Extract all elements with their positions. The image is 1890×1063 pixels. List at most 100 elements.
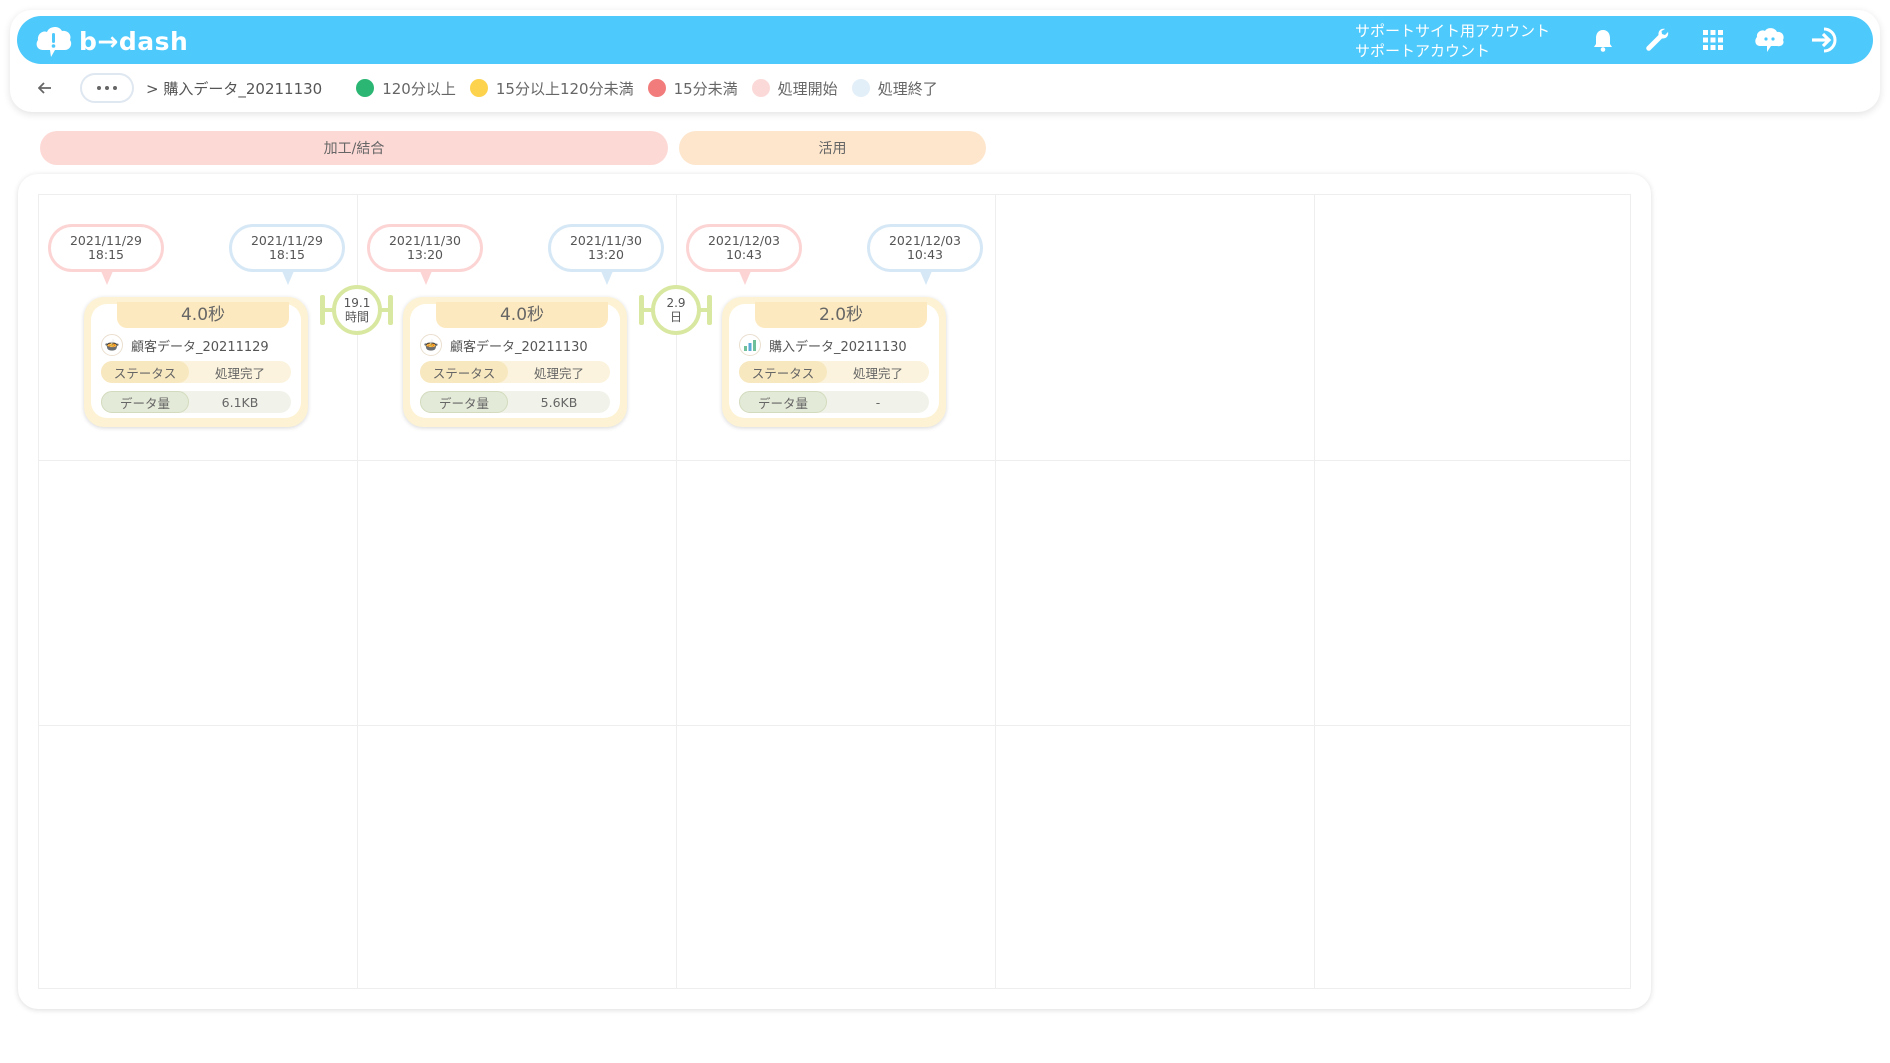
data-node-card[interactable]: 4.0秒 🍲 顧客データ_20211129 ステータス 処理完了 データ量 6.… xyxy=(84,297,308,427)
duration-label: 2.0秒 xyxy=(755,302,927,328)
more-dot-icon xyxy=(97,86,101,90)
status-row: ステータス 処理完了 xyxy=(739,361,929,383)
cloud-logo-icon xyxy=(36,26,72,57)
status-value: 処理完了 xyxy=(214,365,265,381)
status-value: 処理完了 xyxy=(533,365,584,381)
grid-line xyxy=(1314,195,1315,988)
apps-grid-icon[interactable] xyxy=(1697,24,1729,56)
node-title-row: 🍲 顧客データ_20211130 xyxy=(420,334,588,356)
legend-dot-icon xyxy=(851,79,870,97)
node-body: 4.0秒 🍲 顧客データ_20211130 ステータス 処理完了 データ量 5.… xyxy=(410,302,620,418)
interval-unit: 時間 xyxy=(344,310,369,324)
end-time-bubble: 2021/11/29 18:15 xyxy=(229,224,345,272)
end-date: 2021/11/29 xyxy=(250,233,324,248)
legend-item: 処理終了 xyxy=(851,78,938,99)
brand-logo[interactable]: b→dash xyxy=(35,24,188,58)
status-row: ステータス 処理完了 xyxy=(101,361,291,383)
breadcrumb: > 購入データ_20211130 xyxy=(146,78,322,99)
data-size-key: データ量 xyxy=(739,391,827,413)
end-date: 2021/12/03 xyxy=(888,233,962,248)
start-date: 2021/12/03 xyxy=(707,233,781,248)
logout-icon[interactable] xyxy=(1809,24,1841,56)
back-arrow-icon[interactable] xyxy=(30,73,60,103)
legend-dot-icon xyxy=(356,79,375,97)
bubble-tail xyxy=(739,271,751,285)
account-name: サポートサイト用アカウント xyxy=(1355,22,1551,40)
connector-cap xyxy=(388,295,393,325)
more-dot-icon xyxy=(113,86,117,90)
node-name: 顧客データ_20211130 xyxy=(450,339,588,355)
duration-label: 4.0秒 xyxy=(436,302,608,328)
start-time-bubble: 2021/12/03 10:43 xyxy=(686,224,802,272)
legend-dot-icon xyxy=(647,79,666,97)
node-title-row: 🍲 顧客データ_20211129 xyxy=(101,334,269,356)
node-body: 4.0秒 🍲 顧客データ_20211129 ステータス 処理完了 データ量 6.… xyxy=(91,302,301,418)
end-date: 2021/11/30 xyxy=(569,233,643,248)
bubble-tail xyxy=(101,271,113,285)
legend-label: 処理開始 xyxy=(777,79,838,98)
status-legend: 120分以上 15分以上120分未満 15分未満 処理開始 処理終了 xyxy=(356,78,938,99)
status-key: ステータス xyxy=(101,361,189,383)
brand-name: b→dash xyxy=(79,26,189,56)
bubble-tail xyxy=(282,271,294,285)
node-name: 顧客データ_20211129 xyxy=(131,339,269,355)
legend-label: 120分以上 xyxy=(382,79,456,98)
bell-icon[interactable] xyxy=(1587,24,1619,56)
wrench-icon[interactable] xyxy=(1641,24,1673,56)
start-time: 18:15 xyxy=(87,247,125,262)
start-time: 10:43 xyxy=(725,247,763,262)
node-title-row: 購入データ_20211130 xyxy=(739,334,907,356)
legend-item: 15分未満 xyxy=(647,78,738,99)
legend-label: 15分以上120分未満 xyxy=(495,79,634,98)
status-key: ステータス xyxy=(420,361,508,383)
status-row: ステータス 処理完了 xyxy=(420,361,610,383)
end-time: 10:43 xyxy=(906,247,944,262)
grid-line xyxy=(995,195,996,988)
grid-line xyxy=(39,460,1630,461)
data-size-value: 6.1KB xyxy=(221,394,259,410)
end-time: 18:15 xyxy=(268,247,306,262)
data-node-card[interactable]: 2.0秒 購入データ_20211130 ステータス 処理完了 データ量 - xyxy=(722,297,946,427)
legend-dot-icon xyxy=(469,79,488,97)
interval-connector: 19.1 時間 xyxy=(318,283,394,339)
legend-dot-icon xyxy=(751,79,770,97)
account-info[interactable]: サポートサイト用アカウント サポートアカウント xyxy=(1355,21,1550,61)
end-time-bubble: 2021/12/03 10:43 xyxy=(867,224,983,272)
end-time-bubble: 2021/11/30 13:20 xyxy=(548,224,664,272)
interval-badge: 2.9 日 xyxy=(651,285,701,335)
interval-badge: 19.1 時間 xyxy=(332,285,382,335)
duration-label: 4.0秒 xyxy=(117,302,289,328)
legend-item: 15分以上120分未満 xyxy=(469,78,634,99)
data-size-row: データ量 5.6KB xyxy=(420,391,610,413)
start-time-bubble: 2021/11/29 18:15 xyxy=(48,224,164,272)
data-size-row: データ量 6.1KB xyxy=(101,391,291,413)
breadcrumb-separator: > xyxy=(146,79,159,98)
interval-value: 19.1 xyxy=(343,296,371,310)
data-node-card[interactable]: 4.0秒 🍲 顧客データ_20211130 ステータス 処理完了 データ量 5.… xyxy=(403,297,627,427)
data-size-key: データ量 xyxy=(101,391,189,413)
pot-icon: 🍲 xyxy=(101,334,123,356)
breadcrumb-more-button[interactable] xyxy=(80,73,134,103)
data-size-value: - xyxy=(875,394,881,410)
more-dot-icon xyxy=(105,86,109,90)
breadcrumb-current: 購入データ_20211130 xyxy=(163,79,323,98)
app-header: b→dash サポートサイト用アカウント サポートアカウント xyxy=(17,16,1873,64)
pot-icon: 🍲 xyxy=(420,334,442,356)
legend-item: 処理開始 xyxy=(751,78,838,99)
bubble-tail xyxy=(420,271,432,285)
interval-unit: 日 xyxy=(669,310,682,324)
support-chat-icon[interactable] xyxy=(1753,24,1785,56)
legend-label: 処理終了 xyxy=(877,79,938,98)
data-size-row: データ量 - xyxy=(739,391,929,413)
phase-processing: 加工/結合 xyxy=(40,131,668,165)
connector-cap xyxy=(707,295,712,325)
status-value: 処理完了 xyxy=(852,365,903,381)
interval-value: 2.9 xyxy=(666,296,686,310)
bubble-tail xyxy=(920,271,932,285)
start-date: 2021/11/29 xyxy=(69,233,143,248)
start-time-bubble: 2021/11/30 13:20 xyxy=(367,224,483,272)
bubble-tail xyxy=(601,271,613,285)
grid-line xyxy=(39,725,1630,726)
start-date: 2021/11/30 xyxy=(388,233,462,248)
data-size-value: 5.6KB xyxy=(540,394,578,410)
